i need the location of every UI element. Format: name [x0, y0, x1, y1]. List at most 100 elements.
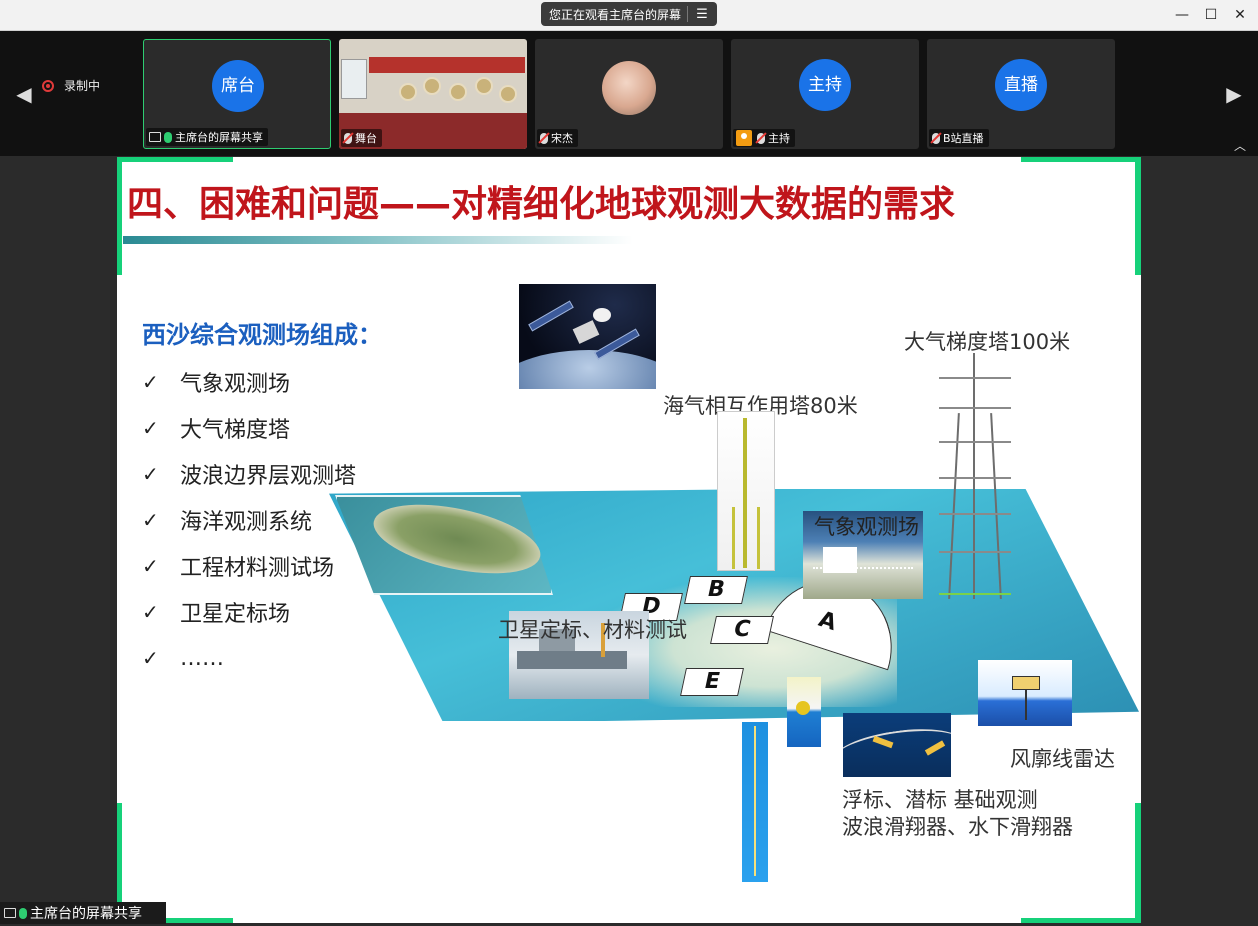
minimize-icon[interactable]: —	[1168, 4, 1196, 26]
avatar: 席台	[212, 60, 264, 112]
frame-corner	[1135, 803, 1141, 923]
tile-name: 主席台的屏幕共享	[175, 131, 263, 144]
tile-label: 主席台的屏幕共享	[146, 128, 268, 146]
video-tile-songjie[interactable]: 宋杰	[535, 39, 723, 149]
check-icon: ✓	[142, 554, 159, 578]
frame-corner	[117, 157, 122, 275]
video-tile-bilibili[interactable]: 直播 B站直播	[927, 39, 1115, 149]
list-item: ✓ 海洋观测系统	[142, 508, 313, 535]
avatar: 直播	[995, 59, 1047, 111]
tower100-illustration	[939, 353, 1011, 599]
decor-disc	[399, 83, 417, 101]
check-icon: ✓	[142, 600, 159, 624]
met-field-label: 气象观测场	[814, 515, 919, 539]
collapse-strip-icon[interactable]: ︿	[1234, 137, 1246, 154]
component-list: ✓ 气象观测场 ✓ 大气梯度塔 ✓ 波浪边界层观测塔 ✓ 海洋观测系统 ✓ 工程材料测试场…	[142, 359, 356, 681]
tile-label: B站直播	[929, 129, 989, 147]
tile-name: 主持	[768, 132, 790, 145]
glider-photo	[843, 713, 951, 777]
zone-label: E	[680, 668, 744, 696]
calibration-label: 卫星定标、材料测试	[498, 618, 687, 642]
tower-rung	[939, 551, 1011, 553]
tile-label: 舞台	[341, 129, 382, 147]
next-page-icon[interactable]: ▶	[1224, 81, 1244, 107]
buoy-label-line1: 浮标、潜标 基础观测	[842, 788, 1038, 812]
decor-disc	[449, 83, 467, 101]
close-icon[interactable]: ✕	[1226, 4, 1254, 26]
radar-label: 风廓线雷达	[1010, 747, 1115, 771]
decor-disc	[475, 77, 493, 95]
video-tile-host[interactable]: 主持 主持	[731, 39, 919, 149]
list-item: ✓ 大气梯度塔	[142, 416, 291, 443]
tower-rung	[939, 513, 1011, 515]
video-tile-stage[interactable]: 舞台	[339, 39, 527, 149]
frame-corner	[1021, 157, 1141, 162]
list-item: ✓ 卫星定标场	[142, 600, 291, 627]
list-item: ✓ 波浪边界层观测塔	[142, 462, 357, 489]
stage-screen	[341, 59, 367, 99]
list-item: ✓ 气象观测场	[142, 370, 291, 397]
tower-rung	[939, 407, 1011, 409]
list-item: ✓ 工程材料测试场	[142, 554, 335, 581]
frame-corner	[117, 157, 233, 162]
video-tile-chair-share[interactable]: 席台 主席台的屏幕共享	[143, 39, 331, 149]
maximize-icon[interactable]: ☐	[1197, 4, 1225, 26]
prev-page-icon[interactable]: ◀	[14, 81, 34, 107]
screen-share-icon	[4, 908, 16, 918]
tower100-label: 大气梯度塔100米	[904, 330, 1071, 354]
slide-title: 四、困难和问题——对精细化地球观测大数据的需求	[127, 184, 956, 225]
screen-share-tag[interactable]: 主席台的屏幕共享	[0, 902, 166, 924]
viewing-screen-pill[interactable]: 您正在观看主席台的屏幕 ☰	[541, 2, 717, 26]
radar-body	[1012, 676, 1040, 690]
title-bar: 您正在观看主席台的屏幕 ☰ — ☐ ✕	[0, 0, 1258, 31]
radar-post	[1025, 690, 1027, 720]
platform-deck	[517, 651, 627, 669]
participant-photo	[602, 61, 656, 115]
tower80-photo	[717, 411, 775, 571]
record-icon	[42, 79, 54, 92]
decor-disc	[499, 85, 517, 103]
met-fence	[813, 567, 913, 577]
frame-corner	[1021, 918, 1141, 923]
host-icon	[736, 130, 752, 146]
tower-rung	[939, 441, 1011, 443]
recording-label: 录制中	[64, 79, 101, 93]
check-icon: ✓	[142, 646, 159, 670]
check-icon: ✓	[142, 508, 159, 532]
mooring-line-photo	[742, 722, 768, 882]
mic-muted-icon	[932, 132, 940, 144]
tile-label: 宋杰	[537, 129, 578, 147]
check-icon: ✓	[142, 462, 159, 486]
mic-on-icon	[164, 131, 172, 143]
satellite-body	[572, 320, 600, 344]
tower-leg	[973, 353, 975, 599]
mic-muted-icon	[540, 132, 548, 144]
title-underline	[123, 236, 633, 244]
screen-share-icon	[149, 132, 161, 142]
mooring-line	[754, 726, 756, 876]
viewing-screen-text: 您正在观看主席台的屏幕	[549, 7, 682, 22]
buoy-label-line2: 波浪滑翔器、水下滑翔器	[842, 815, 1073, 839]
recording-indicator[interactable]: 录制中	[42, 77, 100, 94]
tower-rung	[939, 377, 1011, 379]
wind-profiler-photo	[978, 660, 1072, 726]
check-icon: ✓	[142, 370, 159, 394]
zone-label: C	[710, 616, 774, 644]
earth-horizon	[519, 350, 656, 389]
list-item: ✓……	[142, 645, 224, 671]
mic-muted-icon	[757, 132, 765, 144]
satellite-image	[519, 284, 656, 389]
shared-screen-area: 四、困难和问题——对精细化地球观测大数据的需求 西沙综合观测场组成： ✓ 气象观测…	[0, 156, 1258, 926]
presentation-slide: 四、困难和问题——对精细化地球观测大数据的需求 西沙综合观测场组成： ✓ 气象观测…	[117, 157, 1141, 923]
buoy-photo	[787, 677, 821, 747]
list-menu-icon[interactable]: ☰	[688, 7, 716, 22]
tower-rung	[939, 593, 1011, 595]
share-tag-label: 主席台的屏幕共享	[30, 906, 142, 922]
decor-disc	[423, 77, 441, 95]
slide-subhead: 西沙综合观测场组成：	[142, 321, 382, 349]
zone-label: B	[684, 576, 748, 604]
tile-name: 舞台	[355, 132, 377, 145]
satellite-dish	[593, 308, 611, 322]
mic-muted-icon	[344, 132, 352, 144]
mic-on-icon	[19, 907, 27, 919]
